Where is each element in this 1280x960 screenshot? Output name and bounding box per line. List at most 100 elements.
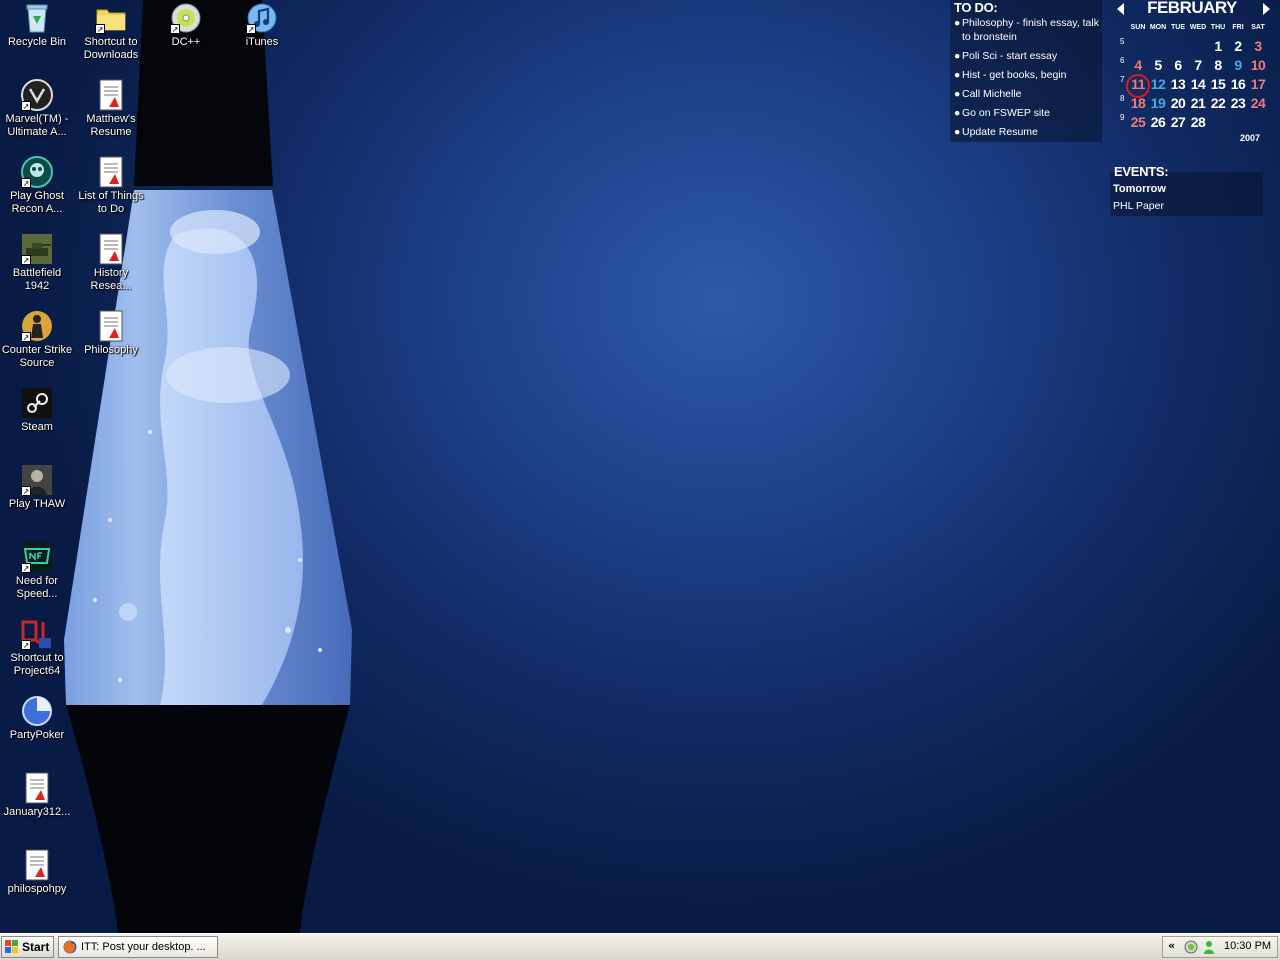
desktop-icon-play-thaw[interactable]: ↗ Play THAW (0, 462, 74, 511)
todo-item[interactable]: ● Call Michelle (954, 87, 1099, 101)
desktop-icon-label: January312... (3, 806, 71, 818)
start-label: Start (22, 940, 50, 954)
desktop-icon-label: History Resea... (90, 267, 132, 292)
desktop-icon-matthews-resume[interactable]: Matthew's Resume (74, 77, 148, 139)
start-button[interactable]: Start (1, 936, 54, 958)
taskbar-window-title: ITT: Post your desktop. ... (81, 941, 206, 953)
shortcut-arrow-icon: ↗ (21, 640, 31, 650)
calendar-day[interactable]: 21 (1188, 95, 1208, 111)
system-tray: « 10:30 PM (1162, 936, 1278, 958)
calendar-day[interactable]: 9 (1228, 57, 1248, 73)
desktop-icon-label: Play Ghost Recon A... (10, 190, 64, 215)
week-number: 7 (1120, 75, 1125, 84)
calendar-day[interactable]: 6 (1168, 57, 1188, 73)
todo-item[interactable]: ● Update Resume (954, 125, 1099, 139)
calendar-day[interactable]: 28 (1188, 114, 1208, 130)
desktop-icon-recycle-bin[interactable]: Recycle Bin (0, 0, 74, 49)
desktop-icon-label: Steam (21, 421, 53, 433)
week-number: 5 (1120, 37, 1125, 46)
desktop-icon-label: PartyPoker (9, 729, 65, 741)
event-date: Tomorrow (1113, 183, 1166, 195)
calendar-day[interactable]: 26 (1148, 114, 1168, 130)
calendar-day[interactable]: 27 (1168, 114, 1188, 130)
desktop-icon-shortcut-to-downloads[interactable]: ↗ Shortcut to Downloads (74, 0, 148, 62)
desktop-icon-partypoker[interactable]: PartyPoker (0, 693, 74, 742)
calendar-day[interactable]: 16 (1228, 76, 1248, 92)
calendar-day[interactable]: 19 (1148, 95, 1168, 111)
calendar-day[interactable]: 23 (1228, 95, 1248, 111)
calendar-day[interactable]: 13 (1168, 76, 1188, 92)
desktop-icon-ghost-recon[interactable]: ↗ Play Ghost Recon A... (0, 154, 74, 216)
shield-logo-icon: ↗ (21, 79, 53, 111)
clock[interactable]: 10:30 PM (1224, 940, 1271, 952)
calendar-day[interactable]: 22 (1208, 95, 1228, 111)
bullet-icon: ● (954, 88, 961, 100)
desktop-icon-list-of-things-to-do[interactable]: List of Things to Do (74, 154, 148, 216)
calendar-day[interactable]: 15 (1208, 76, 1228, 92)
calendar-day[interactable]: 8 (1208, 57, 1228, 73)
desktop-icon-label: Battlefield 1942 (12, 267, 62, 292)
messenger-buddy-icon[interactable] (1202, 940, 1216, 954)
tank-icon: ↗ (21, 233, 53, 265)
desktop-icon-marvel-ultimate-alliance[interactable]: ↗ Marvel(TM) - Ultimate A... (0, 77, 74, 139)
desktop-icon-label: DC++ (171, 36, 201, 48)
todo-item[interactable]: ● Hist - get books, begin (954, 68, 1099, 82)
desktop-icon-dcpp[interactable]: ↗ DC++ (149, 0, 223, 49)
calendar-day[interactable]: 3 (1248, 38, 1268, 54)
week-number: 8 (1120, 94, 1125, 103)
calendar-day[interactable]: 7 (1188, 57, 1208, 73)
chip-icon (21, 695, 53, 727)
next-month-arrow-icon[interactable] (1263, 3, 1270, 15)
calendar-day[interactable]: 2 (1228, 38, 1248, 54)
desktop-icon-project64[interactable]: ↗ Shortcut to Project64 (0, 616, 74, 678)
desktop-icon-january312[interactable]: January312... (0, 770, 74, 819)
pj64-icon: ↗ (21, 618, 53, 650)
portrait-icon: ↗ (21, 464, 53, 496)
nfs-logo-icon: ↗ (21, 541, 53, 573)
steam-icon (21, 387, 53, 419)
todo-item[interactable]: ● Go on FSWEP site (954, 106, 1099, 120)
taskbar-window-button[interactable]: ITT: Post your desktop. ... (58, 936, 218, 958)
desktop-icon-label: List of Things to Do (78, 190, 144, 215)
calendar-day[interactable]: 14 (1188, 76, 1208, 92)
bullet-icon: ● (954, 17, 961, 29)
todo-item[interactable]: ● Poli Sci - start essay (954, 49, 1099, 63)
desktop-icon-history-research[interactable]: History Resea... (74, 231, 148, 293)
calendar-day[interactable]: 1 (1208, 38, 1228, 54)
desktop-icon-label: Need for Speed... (15, 575, 59, 600)
shortcut-arrow-icon: ↗ (21, 178, 31, 188)
dcpp-icon: ↗ (170, 2, 202, 34)
document-icon (95, 233, 127, 265)
calendar-day[interactable]: 12 (1148, 76, 1168, 92)
windows-flag-icon (5, 940, 18, 953)
bullet-icon: ● (954, 50, 961, 62)
desktop-icon-need-for-speed[interactable]: ↗ Need for Speed... (0, 539, 74, 601)
calendar-day[interactable]: 5 (1148, 57, 1168, 73)
tray-app-icon[interactable] (1184, 940, 1198, 954)
calendar-day[interactable]: 4 (1128, 57, 1148, 73)
desktop-icon-philosophy[interactable]: Philosophy (74, 308, 148, 357)
calendar-day[interactable]: 25 (1128, 114, 1148, 130)
show-hidden-icons-chevron-icon[interactable]: « (1168, 939, 1175, 952)
recycle-bin-icon (21, 2, 53, 34)
desktop-icon-label: Shortcut to Project64 (10, 652, 64, 677)
bullet-icon: ● (954, 126, 961, 138)
events-widget: EVENTS: Tomorrow PHL Paper (1110, 164, 1263, 216)
desktop-icon-battlefield-1942[interactable]: ↗ Battlefield 1942 (0, 231, 74, 293)
calendar-year: 2007 (1240, 133, 1261, 143)
calendar-day[interactable]: 20 (1168, 95, 1188, 111)
calendar-day[interactable]: 17 (1248, 76, 1268, 92)
previous-month-arrow-icon[interactable] (1117, 3, 1124, 15)
calendar-day[interactable]: 24 (1248, 95, 1268, 111)
event-description[interactable]: PHL Paper (1113, 200, 1164, 212)
desktop-icon-steam[interactable]: Steam (0, 385, 74, 434)
weekday-label: SUN (1130, 24, 1146, 31)
calendar-day[interactable]: 10 (1248, 57, 1268, 73)
desktop-icon-philospohpy[interactable]: philospohpy (0, 847, 74, 896)
document-icon (95, 79, 127, 111)
desktop-icon-label: Counter Strike Source (1, 344, 73, 369)
todo-item[interactable]: ● Philosophy - finish essay, talk to bron… (954, 16, 1099, 44)
week-number: 6 (1120, 56, 1125, 65)
desktop-icon-itunes[interactable]: ↗ iTunes (225, 0, 299, 49)
desktop-icon-counter-strike-source[interactable]: ↗ Counter Strike Source (0, 308, 74, 370)
